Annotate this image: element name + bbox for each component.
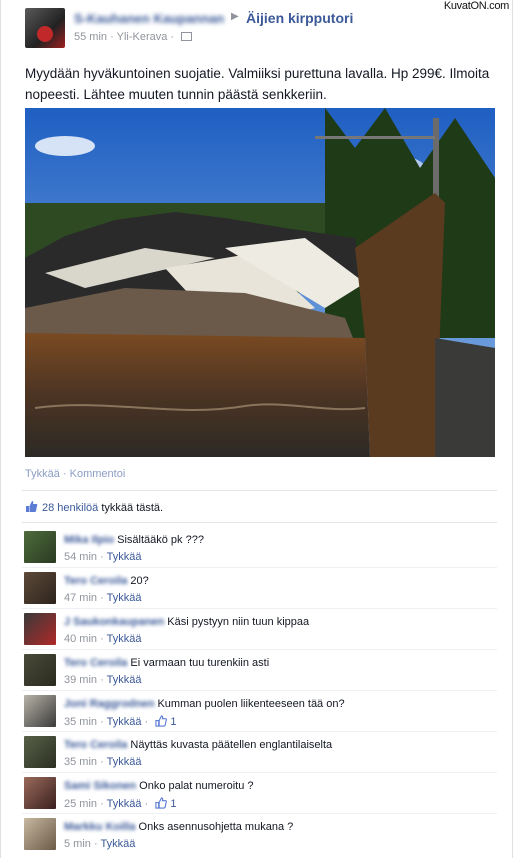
divider bbox=[22, 490, 497, 491]
comment-meta: 25 min · Tykkää · 1 bbox=[64, 797, 177, 810]
comment-time[interactable]: 35 min bbox=[64, 756, 97, 768]
comment-meta: 35 min · Tykkää bbox=[64, 756, 142, 768]
thumbs-up-icon bbox=[155, 797, 168, 809]
comment-like-count[interactable]: 1 bbox=[170, 798, 176, 810]
comment-like-button[interactable]: Tykkää bbox=[107, 592, 142, 604]
commenter-name[interactable]: Tero Ceroila bbox=[64, 739, 127, 751]
likes-count-link[interactable]: 28 henkilöä bbox=[42, 502, 98, 514]
comment-time[interactable]: 25 min bbox=[64, 798, 97, 810]
comment-like-button[interactable]: Tykkää bbox=[107, 551, 142, 563]
comment-item: Joni Raggrodnen Kumman puolen liikenteese… bbox=[24, 695, 504, 736]
post-location[interactable]: Yli-Kerava bbox=[117, 31, 168, 43]
commenter-avatar[interactable] bbox=[24, 613, 56, 645]
comment-item: Tero Ceroila Ei varmaan tuu turenkiin ast… bbox=[24, 654, 504, 695]
comment-time[interactable]: 47 min bbox=[64, 592, 97, 604]
commenter-name[interactable]: Markku Koilla bbox=[64, 821, 136, 833]
comment-text: Sisältääkö pk ??? bbox=[117, 534, 204, 546]
thumbs-up-icon bbox=[26, 501, 38, 512]
post-text: Myydään hyväkuntoinen suojatie. Valmiiks… bbox=[25, 66, 490, 102]
group-name-link[interactable]: Äijien kirpputori bbox=[246, 10, 353, 26]
comment-body: Sami Sikonen Onko palat numeroitu ? bbox=[64, 779, 254, 793]
commenter-avatar[interactable] bbox=[24, 818, 56, 850]
commenter-avatar[interactable] bbox=[24, 572, 56, 604]
comment-body: Mika Ilpio Sisältääkö pk ??? bbox=[64, 533, 204, 547]
comment-like-button[interactable]: Tykkää bbox=[107, 798, 142, 810]
comment-meta: 40 min · Tykkää bbox=[64, 633, 142, 645]
comment-item: Tero Ceroila Näyttäs kuvasta päätellen en… bbox=[24, 736, 504, 777]
comment-time[interactable]: 40 min bbox=[64, 633, 97, 645]
divider bbox=[22, 522, 497, 523]
commenter-name[interactable]: Tero Ceroila bbox=[64, 575, 127, 587]
comment-like-count[interactable]: 1 bbox=[170, 716, 176, 728]
comment-separator bbox=[22, 649, 497, 650]
commenter-avatar[interactable] bbox=[24, 777, 56, 809]
comment-post-button[interactable]: Kommentoi bbox=[70, 468, 126, 480]
comment-separator bbox=[22, 772, 497, 773]
commenter-avatar[interactable] bbox=[24, 531, 56, 563]
comment-meta: 54 min · Tykkää bbox=[64, 551, 142, 563]
post-time[interactable]: 55 min bbox=[74, 31, 107, 43]
post-actions: Tykkää · Kommentoi bbox=[25, 468, 126, 480]
comment-text: Ei varmaan tuu turenkiin asti bbox=[130, 657, 270, 669]
post-photo[interactable] bbox=[25, 108, 495, 457]
like-post-button[interactable]: Tykkää bbox=[25, 468, 60, 480]
author-avatar[interactable] bbox=[25, 8, 65, 48]
commenter-name[interactable]: Sami Sikonen bbox=[64, 780, 136, 792]
commenter-name[interactable]: Tero Ceroila bbox=[64, 657, 127, 669]
comment-like-button[interactable]: Tykkää bbox=[107, 756, 142, 768]
commenter-name[interactable]: Joni Raggrodnen bbox=[64, 698, 154, 710]
comment-separator bbox=[22, 690, 497, 691]
comment-text: Onko palat numeroitu ? bbox=[139, 780, 254, 792]
comment-meta: 35 min · Tykkää · 1 bbox=[64, 715, 177, 728]
comment-like-button[interactable]: Tykkää bbox=[107, 716, 142, 728]
comment-time[interactable]: 54 min bbox=[64, 551, 97, 563]
comment-item: J Saukonkaupanen Käsi pystyyn niin tuun k… bbox=[24, 613, 504, 654]
comment-meta: 47 min · Tykkää bbox=[64, 592, 142, 604]
comment-separator bbox=[22, 813, 497, 814]
likes-suffix: tykkää tästä. bbox=[101, 502, 164, 514]
comment-body: Tero Ceroila 20? bbox=[64, 574, 149, 588]
comment-item: Sami Sikonen Onko palat numeroitu ? 25 min… bbox=[24, 777, 504, 818]
comment-text: Käsi pystyyn niin tuun kippaa bbox=[167, 616, 310, 628]
comment-time[interactable]: 39 min bbox=[64, 674, 97, 686]
comment-meta: 39 min · Tykkää bbox=[64, 674, 142, 686]
comment-body: Markku Koilla Onks asennusohjetta mukana … bbox=[64, 820, 293, 834]
post-meta: 55 min · Yli-Kerava · bbox=[74, 31, 193, 43]
comment-separator bbox=[22, 608, 497, 609]
commenter-name[interactable]: J Saukonkaupanen bbox=[64, 616, 164, 628]
arrow-right-icon: ▶ bbox=[231, 11, 239, 22]
comment-body: Joni Raggrodnen Kumman puolen liikenteese… bbox=[64, 697, 345, 711]
comment-like-button[interactable]: Tykkää bbox=[107, 633, 142, 645]
comment-text: Onks asennusohjetta mukana ? bbox=[138, 821, 294, 833]
comment-text: Näyttäs kuvasta päätellen englantilaisel… bbox=[130, 739, 333, 751]
comment-time[interactable]: 35 min bbox=[64, 716, 97, 728]
thumbs-up-icon bbox=[155, 715, 168, 727]
comment-body: J Saukonkaupanen Käsi pystyyn niin tuun k… bbox=[64, 615, 309, 629]
comment-like-button[interactable]: Tykkää bbox=[107, 674, 142, 686]
commenter-avatar[interactable] bbox=[24, 695, 56, 727]
comment-time[interactable]: 5 min bbox=[64, 838, 91, 850]
comment-text: Kumman puolen liikenteeseen tää on? bbox=[157, 698, 345, 710]
comment-item: Tero Ceroila 20? 47 min · Tykkää bbox=[24, 572, 504, 613]
watermark: KuvatON.com bbox=[441, 0, 511, 12]
comment-separator bbox=[22, 567, 497, 568]
commenter-avatar[interactable] bbox=[24, 654, 56, 686]
author-name[interactable]: S-Kauhanen Kaupannan bbox=[74, 11, 224, 26]
comment-body: Tero Ceroila Ei varmaan tuu turenkiin ast… bbox=[64, 656, 269, 670]
comment-separator bbox=[22, 731, 497, 732]
commenter-name[interactable]: Mika Ilpio bbox=[64, 534, 114, 546]
comment-meta: 5 min · Tykkää bbox=[64, 838, 136, 850]
likes-summary: 28 henkilöä tykkää tästä. bbox=[25, 500, 163, 514]
commenter-avatar[interactable] bbox=[24, 736, 56, 768]
comment-item: Mika Ilpio Sisältääkö pk ??? 54 min · Tykk… bbox=[24, 531, 504, 572]
audience-icon bbox=[181, 32, 193, 41]
comment-like-button[interactable]: Tykkää bbox=[100, 838, 135, 850]
comment-text: 20? bbox=[130, 575, 149, 587]
comment-item: Markku Koilla Onks asennusohjetta mukana … bbox=[24, 818, 504, 858]
comment-body: Tero Ceroila Näyttäs kuvasta päätellen en… bbox=[64, 738, 332, 752]
